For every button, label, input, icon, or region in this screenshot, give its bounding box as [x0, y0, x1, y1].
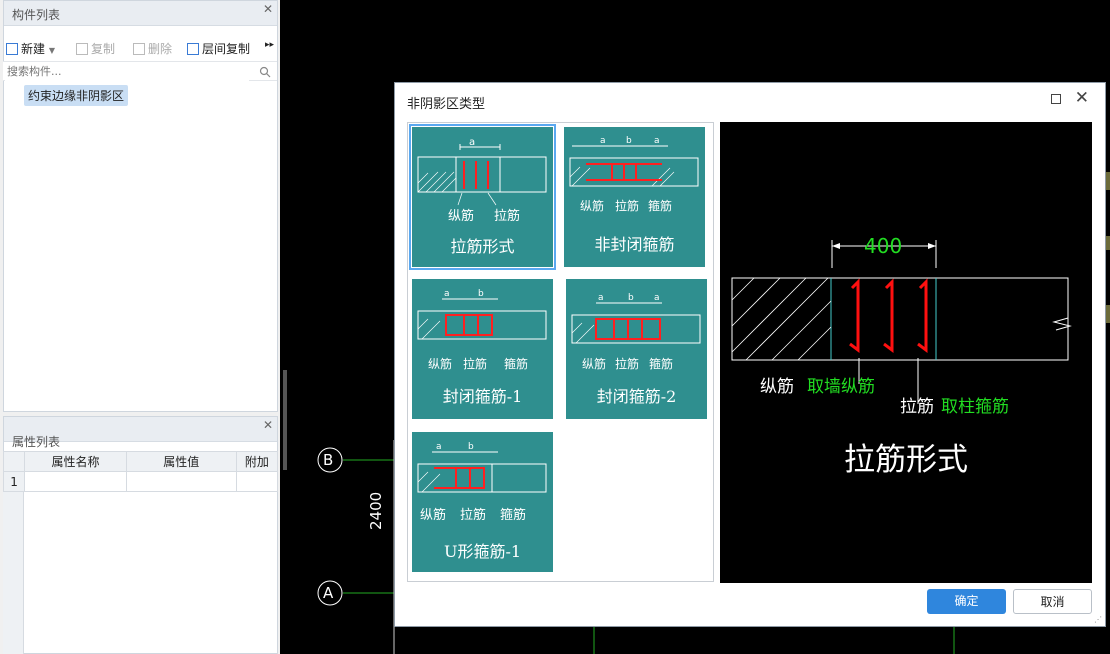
type-grid: a 纵筋 拉筋 拉筋形式 a b a 纵筋 拉筋 箍筋 非封闭箍筋 a b 纵筋… — [407, 122, 714, 582]
dim-label: b — [626, 136, 632, 146]
floor-copy-icon — [187, 43, 199, 55]
copy-icon — [76, 43, 88, 55]
part-label: 纵筋 — [582, 357, 607, 371]
preview-label-tie: 拉筋 — [900, 397, 934, 417]
dim-label: a — [598, 293, 604, 303]
left-panel: 构件列表 ✕ 新建 ▼ 复制 删除 层间复制 ▸▸ 约束边缘非阴影区 属性列表 … — [0, 0, 280, 654]
dim-label: b — [478, 289, 484, 299]
property-list-header: 属性列表 ✕ — [4, 417, 277, 449]
dim-label: a — [600, 136, 606, 146]
type-label: 拉筋形式 — [450, 237, 515, 256]
axis-label-a: A — [323, 584, 334, 602]
part-label: 箍筋 — [500, 508, 527, 523]
table-row[interactable]: 1 — [2, 471, 279, 492]
axis-label-b: B — [323, 451, 334, 469]
chevron-down-icon[interactable]: ▼ — [49, 46, 55, 55]
type-label: 封闭箍筋-2 — [596, 387, 677, 406]
preview-panel: 400 纵筋 取墙纵筋 拉筋 取柱箍筋 拉筋形式 — [720, 122, 1092, 583]
part-label: 箍筋 — [649, 357, 674, 371]
preview-note-longitudinal: 取墙纵筋 — [807, 377, 875, 397]
row-gutter — [3, 492, 24, 654]
close-icon[interactable]: ✕ — [263, 2, 273, 16]
dim-label: a — [654, 136, 660, 146]
dialog-title: 非阴影区类型 — [407, 97, 486, 112]
close-icon[interactable]: ✕ — [263, 418, 273, 432]
dimension-label: 2400 — [367, 491, 385, 530]
column-header: 属性名称 — [24, 451, 127, 472]
part-label: 拉筋 — [463, 357, 488, 371]
dim-label: b — [468, 442, 474, 452]
non-shadow-type-dialog: 非阴影区类型 ✕ a 纵筋 拉筋 拉筋形式 a b a 纵筋 拉筋 箍筋 非封闭… — [394, 82, 1106, 627]
part-label: 纵筋 — [420, 508, 447, 523]
component-list-title: 构件列表 — [12, 8, 61, 22]
component-list-header: 构件列表 ✕ — [4, 1, 277, 26]
delete-button[interactable]: 删除 — [133, 40, 172, 57]
type-label: U形箍筋-1 — [443, 542, 522, 561]
component-toolbar: 新建 ▼ 复制 删除 层间复制 ▸▸ — [0, 36, 274, 58]
part-label: 纵筋 — [448, 209, 475, 224]
dim-label: b — [628, 293, 634, 303]
trash-icon — [133, 43, 145, 55]
column-header: 附加 — [235, 451, 279, 472]
row-number: 1 — [2, 471, 26, 492]
dim-label: a — [654, 293, 660, 303]
preview-note-tie: 取柱箍筋 — [941, 397, 1009, 417]
search-input[interactable] — [5, 62, 249, 81]
copy-button[interactable]: 复制 — [76, 40, 115, 57]
table-header-row: 属性名称 属性值 附加 — [2, 451, 279, 472]
property-table: 属性名称 属性值 附加 1 — [2, 451, 279, 492]
new-button[interactable]: 新建 ▼ — [6, 40, 55, 57]
more-icon[interactable]: ▸▸ — [265, 40, 274, 50]
floor-copy-button[interactable]: 层间复制 — [187, 40, 250, 57]
part-label: 纵筋 — [580, 199, 605, 213]
type-label: 非封闭箍筋 — [594, 235, 675, 254]
dim-label: a — [469, 137, 476, 148]
part-label: 纵筋 — [428, 357, 453, 371]
preview-dimension: 400 — [864, 234, 903, 258]
dim-label: a — [444, 289, 450, 299]
type-label: 封闭箍筋-1 — [442, 387, 523, 406]
property-list-title: 属性列表 — [12, 435, 61, 449]
component-item[interactable]: 约束边缘非阴影区 — [24, 85, 129, 106]
resize-grip-icon[interactable]: ⋰ — [1094, 615, 1102, 624]
cancel-button[interactable]: 取消 — [1013, 589, 1092, 614]
preview-title: 拉筋形式 — [844, 442, 968, 478]
confirm-button[interactable]: 确定 — [927, 589, 1006, 614]
part-label: 箍筋 — [504, 357, 529, 371]
search-icon[interactable] — [259, 66, 271, 78]
part-label: 拉筋 — [615, 199, 640, 213]
type-option-open-stirrup[interactable]: a b a 纵筋 拉筋 箍筋 非封闭箍筋 — [560, 124, 708, 272]
dim-label: a — [436, 442, 442, 452]
close-icon[interactable]: ✕ — [1075, 88, 1089, 108]
part-label: 拉筋 — [460, 508, 487, 523]
type-option-u-stirrup-1[interactable]: a b 纵筋 拉筋 箍筋 U形箍筋-1 — [408, 429, 556, 577]
type-option-tie-bar[interactable]: a 纵筋 拉筋 拉筋形式 — [408, 124, 556, 272]
part-label: 拉筋 — [494, 209, 521, 224]
column-header: 属性值 — [125, 451, 237, 472]
preview-diagram — [731, 240, 1072, 404]
part-label: 箍筋 — [648, 199, 673, 213]
search-box — [3, 61, 277, 81]
new-icon — [6, 43, 18, 55]
maximize-icon[interactable] — [1051, 94, 1061, 104]
preview-label-longitudinal: 纵筋 — [760, 377, 794, 397]
type-option-closed-stirrup-1[interactable]: a b 纵筋 拉筋 箍筋 封闭箍筋-1 — [408, 276, 556, 424]
type-option-closed-stirrup-2[interactable]: a b a 纵筋 拉筋 箍筋 封闭箍筋-2 — [562, 276, 710, 424]
part-label: 拉筋 — [615, 357, 640, 371]
